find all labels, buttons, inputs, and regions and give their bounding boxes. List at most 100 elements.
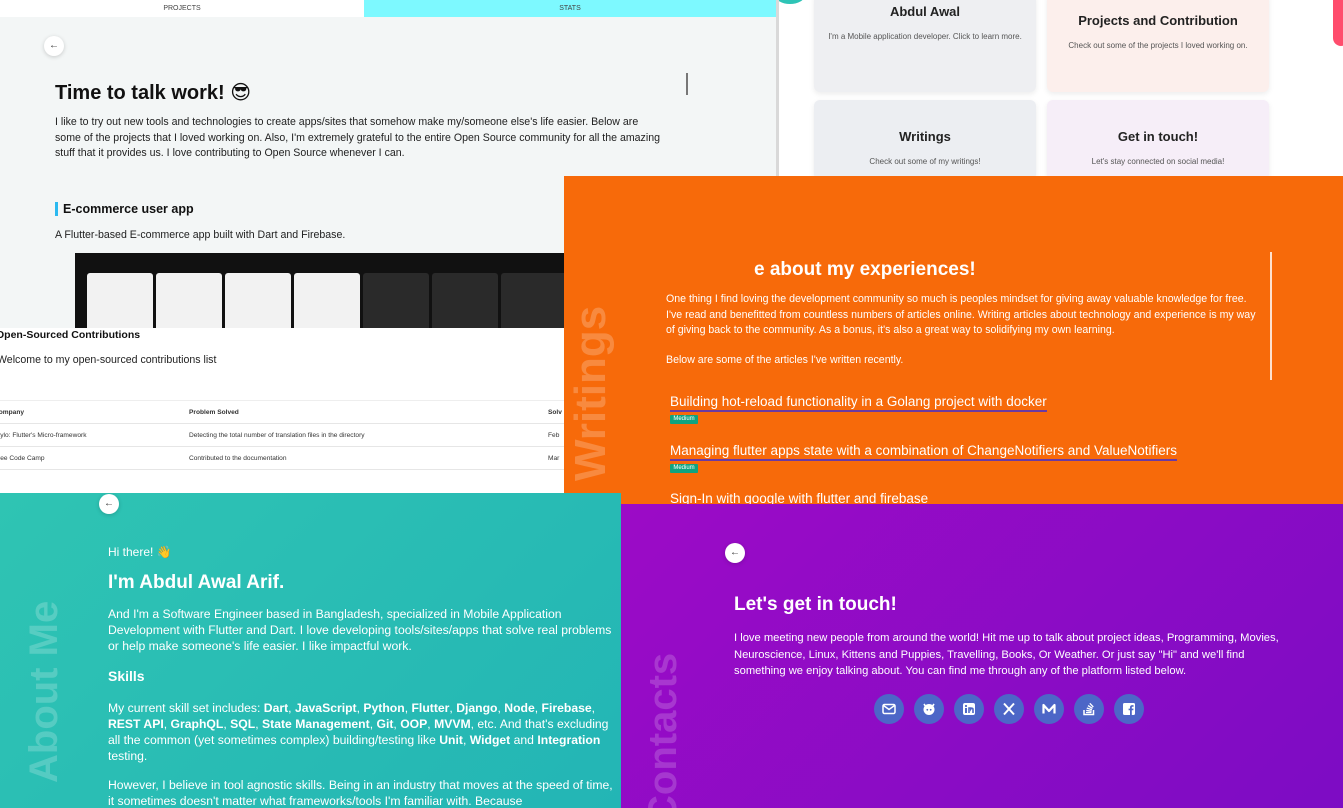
x-twitter-icon[interactable] — [994, 694, 1024, 724]
contact-card-title: Get in touch! — [1117, 129, 1199, 144]
screenshot-thumb — [87, 273, 153, 328]
skills-suffix: testing. — [108, 749, 148, 763]
skills-text: My current skill set includes: Dart, Jav… — [108, 701, 609, 763]
skills-intro: My current skill set includes: — [108, 701, 264, 715]
about-card-desc: I'm a Mobile application developer. Clic… — [828, 32, 1022, 41]
writings-card-title: Writings — [899, 129, 951, 144]
table-cell: Detecting the total number of translatio… — [189, 423, 548, 447]
about-para3: However, I believe in tool agnostic skil… — [108, 778, 613, 808]
social-links — [874, 694, 1144, 724]
skill: Firebase — [541, 701, 592, 715]
back-arrow-icon[interactable]: ← — [99, 494, 119, 514]
writings-card-desc: Check out some of my writings! — [869, 157, 981, 166]
scrollbar[interactable] — [686, 73, 688, 95]
about-panel: About Me ← Hi there! 👋 I'm Abdul Awal Ar… — [0, 493, 621, 808]
article-link[interactable]: Managing flutter apps state with a combi… — [670, 443, 1178, 461]
facebook-icon[interactable] — [1114, 694, 1144, 724]
projects-card-desc: Check out some of the projects I loved w… — [1068, 41, 1248, 50]
about-card[interactable]: Abdul Awal I'm a Mobile application deve… — [814, 0, 1036, 92]
linkedin-icon[interactable] — [954, 694, 984, 724]
writings-intro-text: One thing I find loving the development … — [666, 293, 1256, 336]
table-cell: Stylo: Flutter's Micro-framework — [0, 423, 189, 447]
medium-badge: Medium — [670, 464, 698, 473]
skill: Flutter — [411, 701, 450, 715]
skill: GraphQL — [170, 717, 224, 731]
table-row: Stylo: Flutter's Micro-framework Detecti… — [0, 423, 564, 447]
contributions-title: Open-Sourced Contributions — [0, 329, 141, 341]
contacts-title: Let's get in touch! — [734, 594, 897, 615]
tab-bar: PROJECTS STATS — [0, 0, 776, 17]
table-row: Free Code Camp Contributed to the docume… — [0, 446, 564, 470]
screenshot-thumb — [363, 273, 429, 328]
contributions-table: Company Problem Solved Solv Stylo: Flutt… — [0, 400, 564, 470]
column-header: Solv — [548, 400, 564, 424]
skills-and: and — [513, 733, 534, 747]
contributions-section: Open-Sourced Contributions Welcome to my… — [0, 328, 564, 493]
screenshot-thumb — [156, 273, 222, 328]
writings-title: e about my experiences! — [754, 259, 976, 280]
screenshot-thumb — [432, 273, 498, 328]
skill: OOP — [400, 717, 428, 731]
contributions-welcome: Welcome to my open-sourced contributions… — [0, 354, 217, 366]
github-icon[interactable] — [914, 694, 944, 724]
stackoverflow-icon[interactable] — [1074, 694, 1104, 724]
about-bio: And I'm a Software Engineer based in Ban… — [108, 607, 612, 653]
decorative-blob — [1333, 0, 1343, 46]
skill: Django — [456, 701, 498, 715]
contacts-text: I love meeting new people from around th… — [734, 632, 1279, 677]
writings-intro: One thing I find loving the development … — [666, 292, 1256, 339]
contacts-side-label: Contacts — [641, 652, 685, 808]
article-item[interactable]: Sign-In with google with flutter and fir… — [670, 490, 928, 504]
medium-badge: Medium — [670, 415, 698, 424]
about-card-title: Abdul Awal — [889, 4, 961, 19]
skill: Widget — [469, 733, 511, 747]
home-cards-grid: Abdul Awal I'm a Mobile application deve… — [779, 0, 1343, 176]
about-side-label: About Me — [22, 600, 66, 783]
column-header: Company — [0, 400, 189, 424]
scrollbar[interactable] — [1270, 252, 1272, 380]
skill: State Management — [262, 717, 370, 731]
writings-card[interactable]: Writings Check out some of my writings! — [814, 100, 1036, 176]
skill: SQL — [230, 717, 256, 731]
screenshot-thumb — [225, 273, 291, 328]
skill: REST API — [108, 717, 164, 731]
article-item[interactable]: Building hot-reload functionality in a G… — [670, 393, 1047, 424]
projects-card[interactable]: Projects and Contribution Check out some… — [1047, 0, 1269, 92]
tab-stats[interactable]: STATS — [364, 0, 776, 17]
writings-side-label: Writings — [566, 305, 615, 481]
article-link[interactable]: Sign-In with google with flutter and fir… — [670, 491, 928, 504]
article-link[interactable]: Building hot-reload functionality in a G… — [670, 394, 1047, 412]
projects-card-title: Projects and Contribution — [1078, 13, 1238, 28]
table-cell: Mar — [548, 446, 564, 470]
skill: Integration — [537, 733, 601, 747]
page-title: Time to talk work! 😎 — [55, 82, 252, 104]
back-arrow-icon[interactable]: ← — [44, 36, 64, 56]
skills-title: Skills — [108, 668, 145, 684]
contacts-panel: Contacts ← Let's get in touch! I love me… — [621, 504, 1343, 808]
contact-card[interactable]: Get in touch! Let's stay connected on so… — [1047, 100, 1269, 176]
tab-projects[interactable]: PROJECTS — [0, 0, 364, 17]
skill: Dart — [263, 701, 289, 715]
back-arrow-icon[interactable]: ← — [725, 543, 745, 563]
column-header: Problem Solved — [189, 400, 548, 424]
writings-panel: Writings e about my experiences! One thi… — [564, 176, 1343, 504]
medium-icon[interactable] — [1034, 694, 1064, 724]
table-cell: Free Code Camp — [0, 446, 189, 470]
greeting: Hi there! 👋 — [108, 545, 172, 559]
screenshot-thumb — [501, 273, 567, 328]
project-title: E-commerce user app — [55, 202, 194, 216]
table-cell: Feb — [548, 423, 564, 447]
project-description: A Flutter-based E-commerce app built wit… — [55, 229, 346, 241]
skill: JavaScript — [294, 701, 357, 715]
writings-subintro: Below are some of the articles I've writ… — [666, 354, 904, 366]
skill: Node — [504, 701, 535, 715]
decorative-blob — [779, 0, 805, 4]
skill: MVVM — [434, 717, 471, 731]
email-icon[interactable] — [874, 694, 904, 724]
skill: Unit — [439, 733, 463, 747]
article-item[interactable]: Managing flutter apps state with a combi… — [670, 442, 1178, 473]
about-name: I'm Abdul Awal Arif. — [108, 572, 285, 593]
table-cell: Contributed to the documentation — [189, 446, 548, 470]
screenshot-thumb — [294, 273, 360, 328]
skill: Git — [376, 717, 394, 731]
